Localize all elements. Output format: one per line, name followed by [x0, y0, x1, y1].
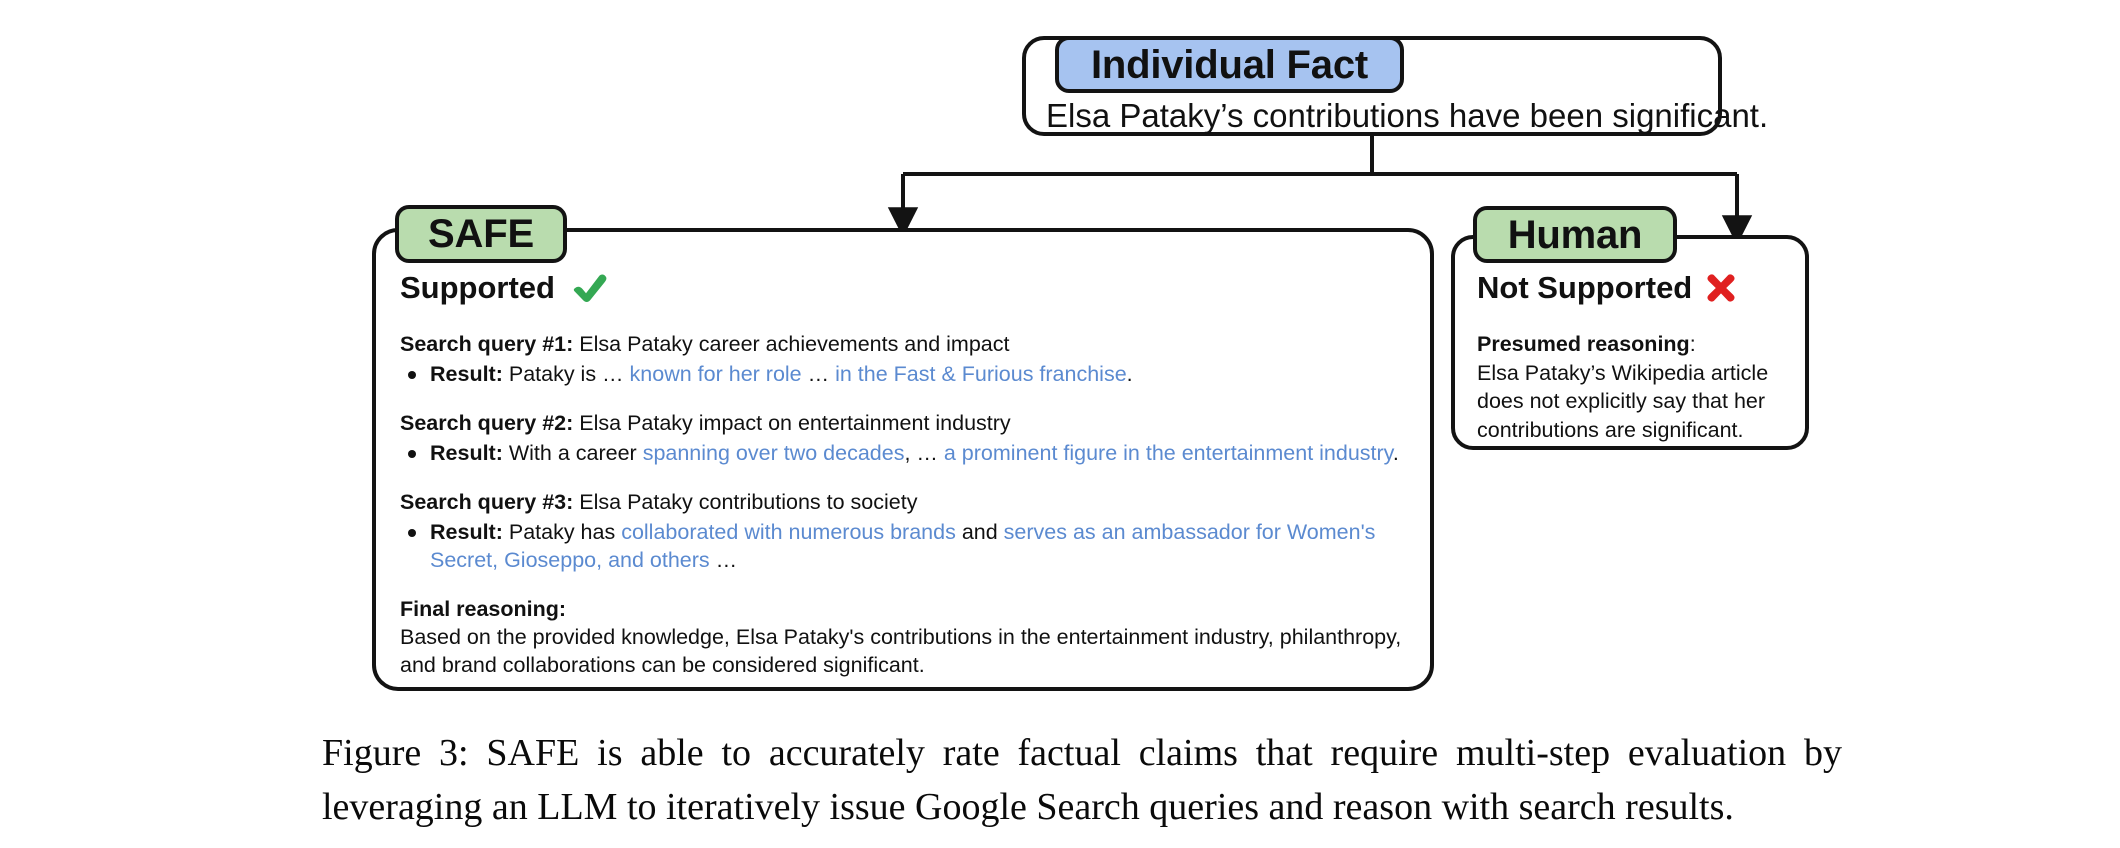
plain-text: Pataky is …	[508, 362, 630, 387]
query-text-1: Elsa Pataky career achievements and impa…	[579, 332, 1010, 356]
source-snippet: in the Fast & Furious franchise	[835, 362, 1127, 387]
figure-caption-line-1: Figure 3: SAFE is able to accurately rat…	[322, 732, 1842, 774]
plain-text: With a career	[508, 441, 643, 466]
query-line-3: Search query #3: Elsa Pataky contributio…	[400, 488, 1410, 516]
final-reasoning-block: Final reasoning: Based on the provided k…	[400, 595, 1410, 680]
bullet-icon	[408, 371, 416, 380]
safe-verdict: Supported	[400, 272, 609, 303]
final-reasoning-label: Final reasoning:	[400, 596, 567, 621]
plain-text: .	[1392, 441, 1399, 466]
figure-caption: Figure 3: SAFE is able to accurately rat…	[322, 727, 1842, 835]
source-snippet: collaborated with numerous brands	[621, 519, 956, 544]
result-text-3: Pataky has collaborated with numerous br…	[430, 520, 1375, 572]
final-reasoning-text: Based on the provided knowledge, Elsa Pa…	[400, 625, 1402, 678]
source-snippet: known for her role	[629, 362, 802, 387]
safe-verdict-label: Supported	[400, 270, 555, 305]
plain-text: , …	[904, 441, 944, 466]
result-line-3: Result: Pataky has collaborated with num…	[400, 518, 1410, 575]
bullet-icon	[408, 449, 416, 458]
human-badge-label: Human	[1507, 212, 1643, 257]
query-block-1: Search query #1: Elsa Pataky career achi…	[400, 330, 1410, 389]
plain-text: Pataky has	[508, 519, 622, 544]
query-label-1: Search query #1:	[400, 332, 574, 356]
source-snippet: spanning over two decades	[642, 441, 905, 466]
human-reasoning-body: Presumed reasoning: Elsa Pataky’s Wikipe…	[1477, 330, 1797, 444]
result-label-2: Result:	[430, 441, 503, 466]
human-verdict: Not Supported	[1477, 272, 1736, 303]
safe-badge: SAFE	[395, 205, 567, 263]
check-icon	[571, 273, 609, 303]
plain-text: and	[955, 519, 1004, 544]
individual-fact-text: Elsa Pataky’s contributions have been si…	[1046, 97, 1769, 134]
query-text-3: Elsa Pataky contributions to society	[579, 489, 918, 514]
bullet-icon	[408, 528, 416, 537]
safe-badge-label: SAFE	[428, 212, 534, 256]
human-badge: Human	[1473, 206, 1677, 263]
cross-icon	[1706, 273, 1736, 303]
figure-caption-line-2: leveraging an LLM to iteratively issue G…	[322, 785, 1734, 828]
query-text-2: Elsa Pataky impact on entertainment indu…	[579, 410, 1011, 435]
query-line-1: Search query #1: Elsa Pataky career achi…	[400, 330, 1410, 358]
result-text-2: With a career spanning over two decades,…	[509, 441, 1399, 465]
plain-text: .	[1126, 362, 1133, 387]
human-reasoning-text: Elsa Pataky’s Wikipedia article does not…	[1477, 360, 1769, 442]
plain-text: …	[709, 548, 738, 573]
query-block-2: Search query #2: Elsa Pataky impact on e…	[400, 409, 1410, 468]
query-line-2: Search query #2: Elsa Pataky impact on e…	[400, 409, 1410, 437]
query-block-3: Search query #3: Elsa Pataky contributio…	[400, 488, 1410, 575]
individual-fact-badge: Individual Fact	[1055, 36, 1404, 93]
query-label-2: Search query #2:	[400, 410, 574, 435]
query-label-3: Search query #3:	[400, 489, 574, 514]
individual-fact-badge-label: Individual Fact	[1090, 42, 1369, 87]
figure-3-diagram: Individual Fact Elsa Pataky’s contributi…	[0, 0, 2120, 848]
human-reasoning-label-suffix: :	[1689, 332, 1696, 356]
result-text-1: Pataky is … known for her role … in the …	[509, 362, 1133, 386]
result-line-1: Result: Pataky is … known for her role ……	[400, 360, 1410, 388]
human-reasoning-label: Presumed reasoning	[1477, 332, 1690, 356]
human-verdict-label: Not Supported	[1477, 270, 1693, 305]
result-line-2: Result: With a career spanning over two …	[400, 439, 1410, 467]
source-snippet: a prominent figure in the entertainment …	[943, 441, 1393, 466]
plain-text: …	[801, 362, 836, 387]
safe-body: Search query #1: Elsa Pataky career achi…	[400, 330, 1410, 680]
result-label-3: Result:	[430, 519, 503, 544]
result-label-1: Result:	[430, 362, 503, 387]
